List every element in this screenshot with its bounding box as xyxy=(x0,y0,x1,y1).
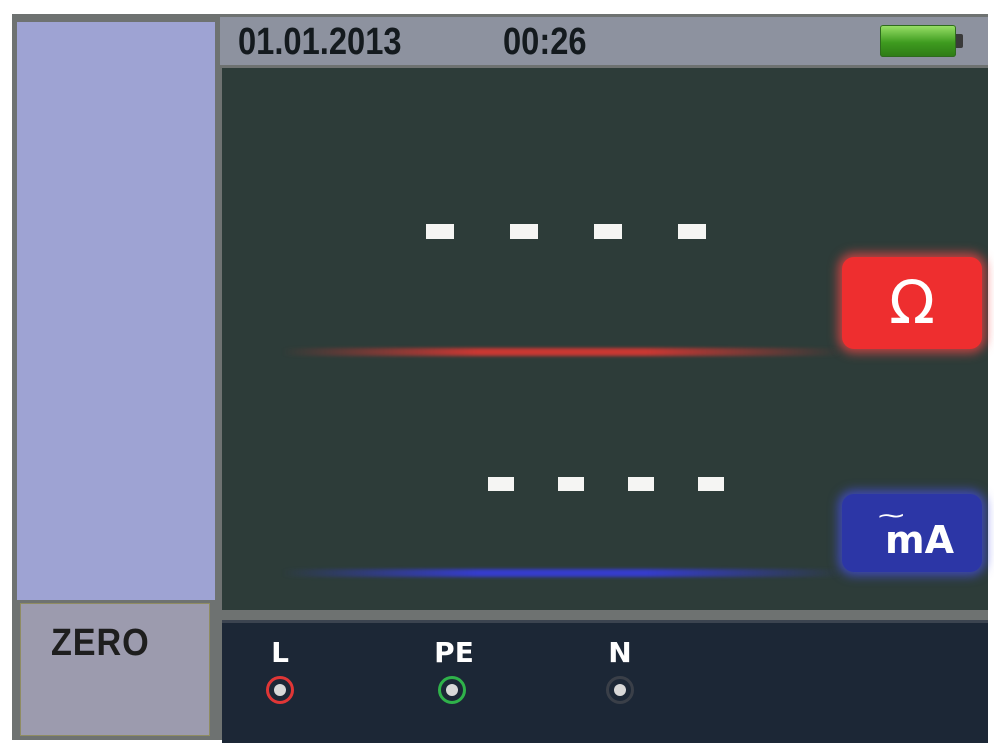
terminal-n-socket-icon xyxy=(606,676,634,704)
primary-reading-dash xyxy=(594,224,622,239)
status-bar: 01.01.2013 00:26 xyxy=(220,17,988,65)
primary-reading-underline xyxy=(282,348,842,356)
battery-full-icon xyxy=(880,25,964,57)
ohm-unit-badge: Ω xyxy=(842,257,982,349)
terminal-pe-socket-icon xyxy=(438,676,466,704)
terminal-label: L xyxy=(271,636,289,669)
secondary-reading-dash xyxy=(488,477,514,491)
milliamp-unit-badge: ~ mA xyxy=(842,494,982,572)
milliamp-label: mA xyxy=(885,518,955,562)
primary-reading-dash xyxy=(426,224,454,239)
secondary-reading-dash xyxy=(628,477,654,491)
zero-button-label: ZERO xyxy=(51,622,150,664)
secondary-reading-dash xyxy=(558,477,584,491)
ohm-icon: Ω xyxy=(889,268,935,338)
terminal-label: PE xyxy=(434,636,474,669)
date-readout: 01.01.2013 xyxy=(238,21,402,63)
primary-reading-dash xyxy=(678,224,706,239)
time-readout: 00:26 xyxy=(503,21,587,63)
primary-reading-dash xyxy=(510,224,538,239)
zero-button[interactable]: ZERO xyxy=(20,603,210,736)
secondary-reading-dash xyxy=(698,477,724,491)
terminal-l-socket-icon xyxy=(266,676,294,704)
secondary-reading-underline xyxy=(282,569,842,577)
sidebar-panel xyxy=(17,22,215,600)
terminal-label: N xyxy=(608,636,632,669)
